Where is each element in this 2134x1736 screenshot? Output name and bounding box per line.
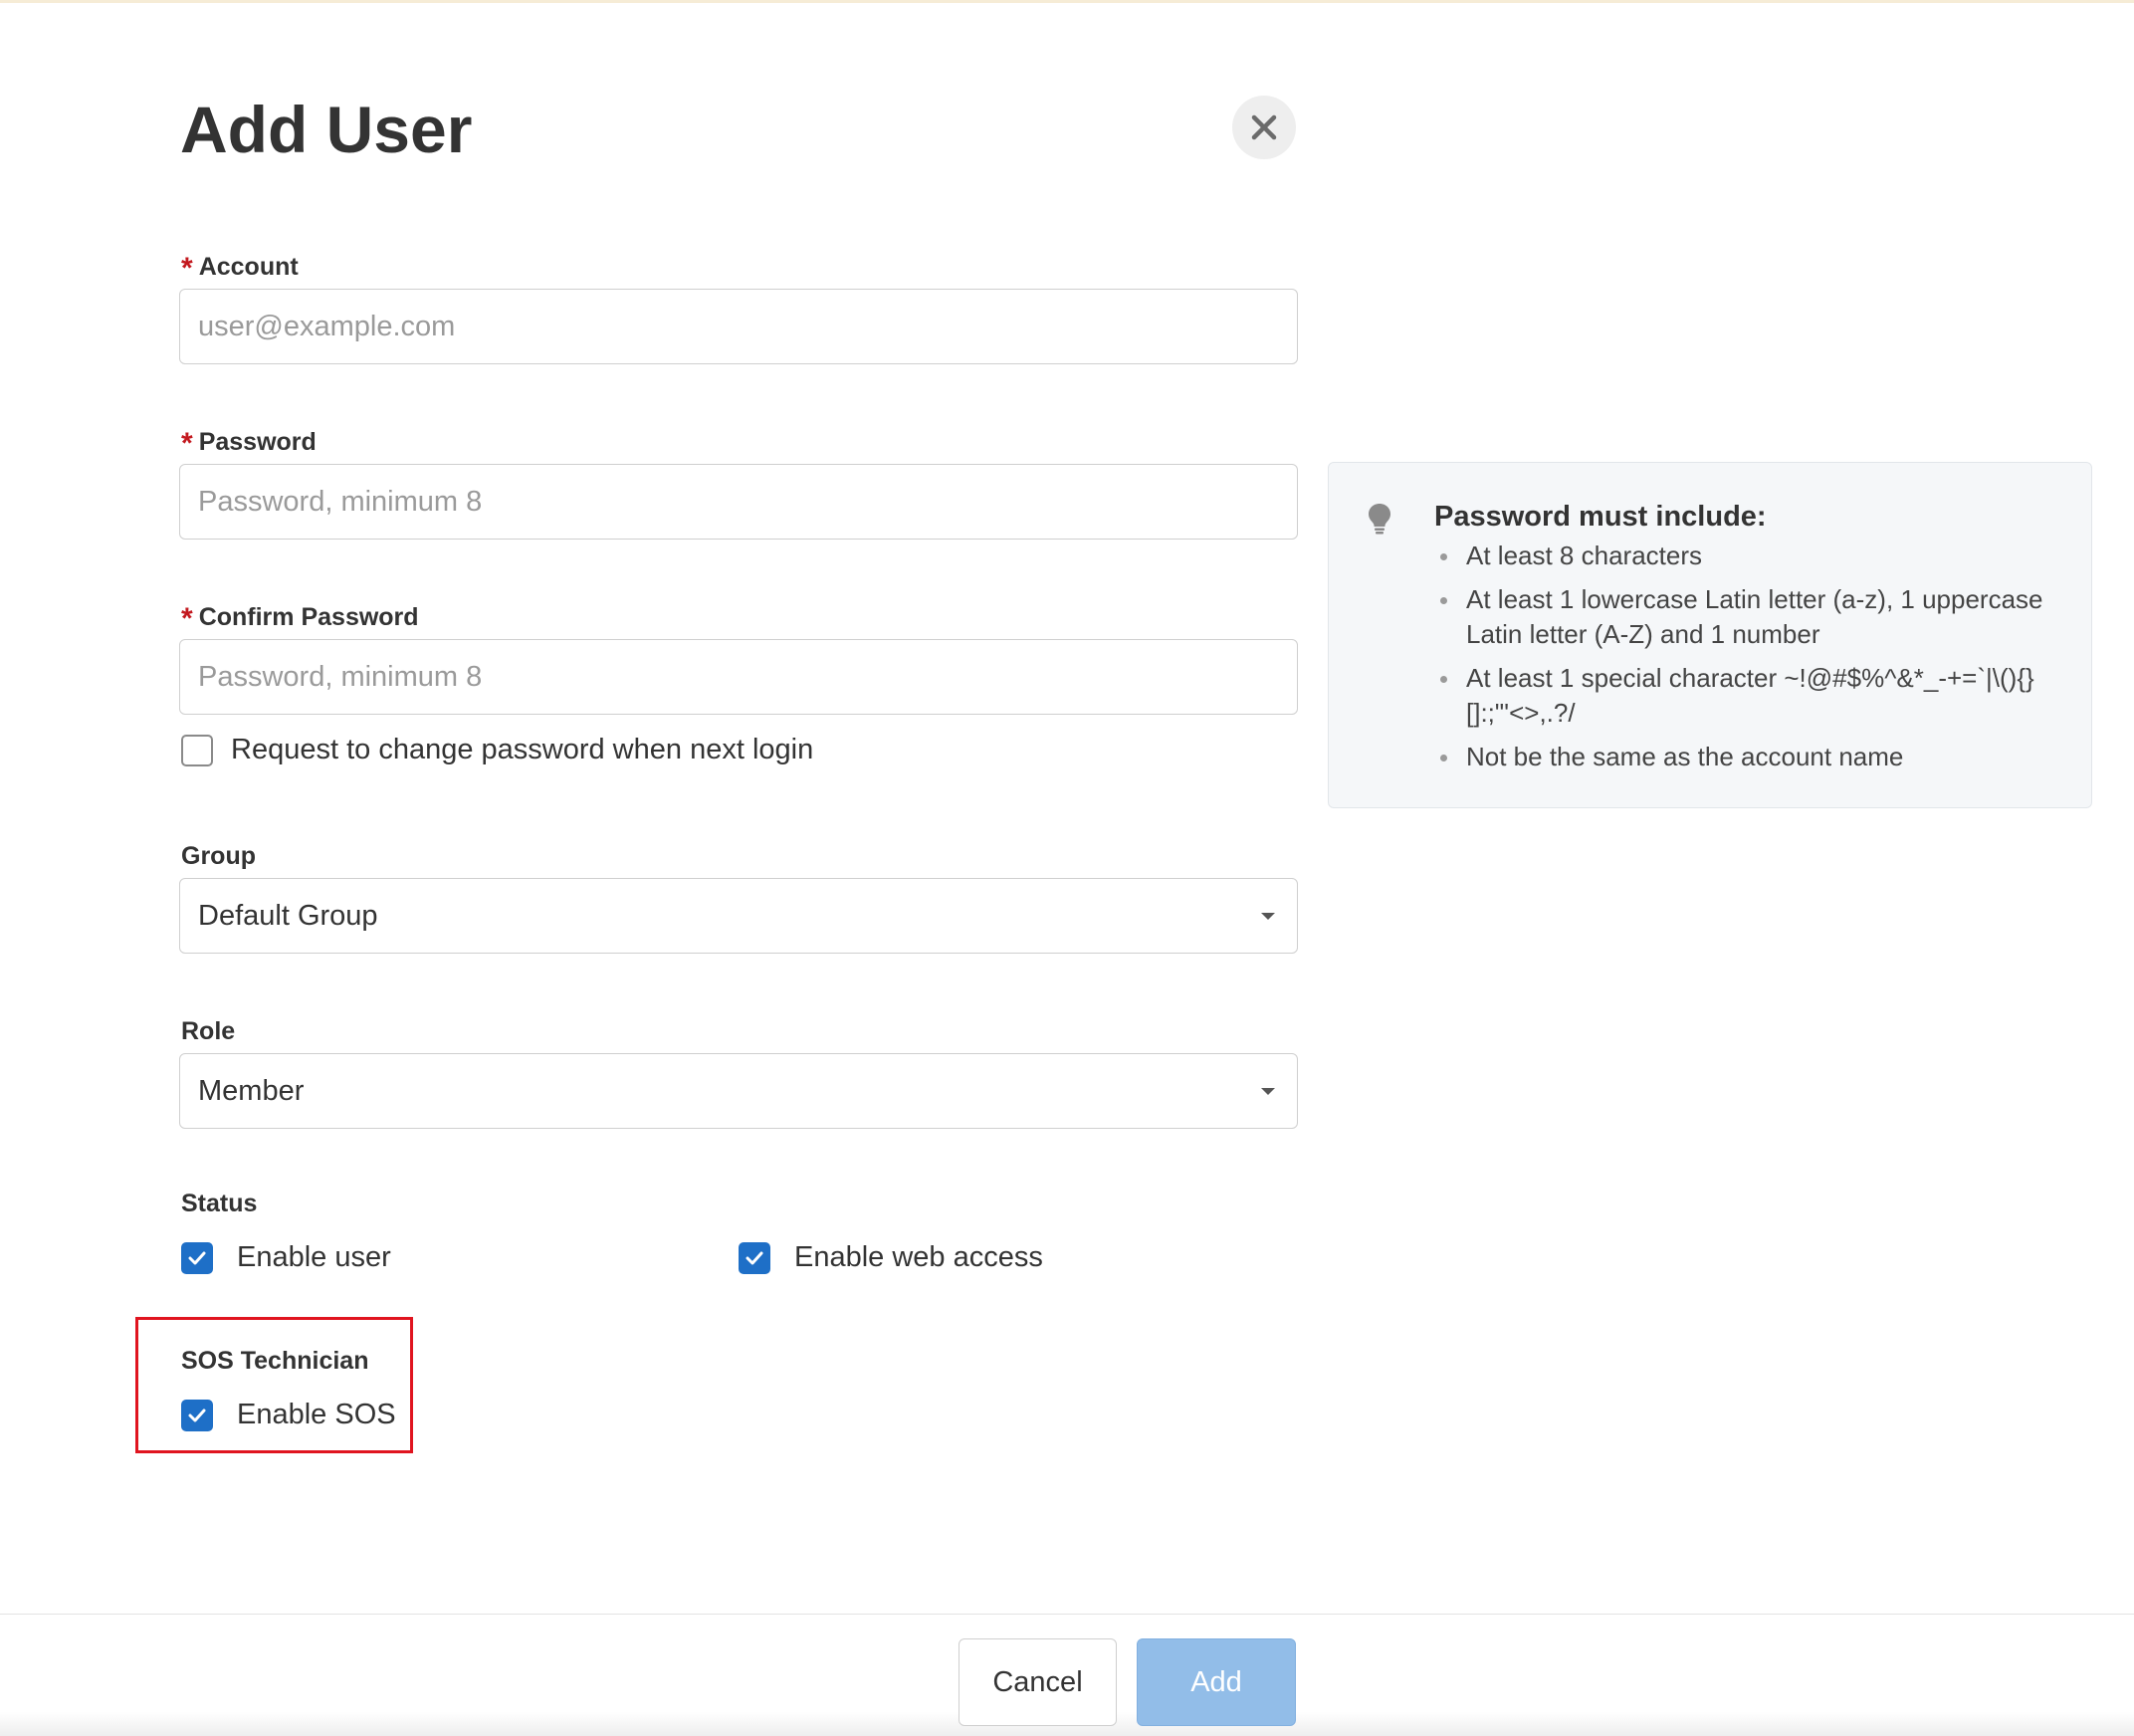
password-label-text: Password (198, 428, 317, 456)
checkmark-icon (746, 1251, 763, 1264)
sos-highlight-box (135, 1317, 413, 1453)
lightbulb-icon (1369, 504, 1390, 535)
role-label: Role (181, 1017, 236, 1045)
list-item: At least 1 lowercase Latin letter (a-z),… (1434, 582, 2071, 652)
password-requirements-panel: Password must include: At least 8 charac… (1328, 462, 2092, 808)
required-mark: * (181, 427, 193, 460)
group-label: Group (181, 842, 256, 870)
change-password-checkbox[interactable]: Request to change password when next log… (181, 734, 813, 766)
required-mark: * (181, 252, 193, 285)
account-label: * Account (181, 251, 299, 285)
top-border (0, 0, 2134, 3)
checkbox-box[interactable] (181, 1241, 213, 1274)
role-selected-value: Member (198, 1074, 305, 1107)
close-button[interactable] (1232, 96, 1296, 159)
close-icon (1251, 114, 1277, 140)
caret-down-icon (1261, 912, 1275, 920)
confirm-password-label: * Confirm Password (181, 601, 419, 635)
enable-sos-label: Enable SOS (237, 1399, 396, 1430)
list-item: At least 8 characters (1434, 539, 2071, 573)
group-selected-value: Default Group (198, 899, 378, 932)
enable-user-label: Enable user (237, 1241, 391, 1273)
checkbox-box[interactable] (739, 1241, 770, 1274)
password-label: * Password (181, 426, 317, 460)
enable-sos-checkbox[interactable]: Enable SOS (181, 1399, 396, 1431)
checkbox-box[interactable] (181, 734, 213, 766)
role-select[interactable]: Member (179, 1053, 1298, 1129)
add-button[interactable]: Add (1137, 1638, 1296, 1726)
account-input[interactable] (179, 289, 1298, 364)
password-requirements-title: Password must include: (1434, 501, 1767, 533)
enable-web-access-label: Enable web access (794, 1241, 1043, 1273)
checkbox-box[interactable] (181, 1399, 213, 1431)
dialog-title: Add User (180, 93, 473, 166)
status-label: Status (181, 1190, 258, 1217)
sos-technician-label: SOS Technician (181, 1347, 369, 1375)
change-password-label: Request to change password when next log… (231, 734, 814, 765)
confirm-password-input[interactable] (179, 639, 1298, 715)
enable-web-access-checkbox[interactable]: Enable web access (739, 1241, 1043, 1274)
enable-user-checkbox[interactable]: Enable user (181, 1241, 391, 1274)
list-item: At least 1 special character ~!@#$%^&*_-… (1434, 661, 2071, 731)
checkmark-icon (188, 1409, 206, 1421)
password-input[interactable] (179, 464, 1298, 540)
cancel-button[interactable]: Cancel (959, 1638, 1117, 1726)
caret-down-icon (1261, 1087, 1275, 1095)
confirm-password-label-text: Confirm Password (198, 603, 419, 631)
required-mark: * (181, 602, 193, 635)
password-requirements-list: At least 8 characters At least 1 lowerca… (1434, 539, 2071, 783)
account-label-text: Account (198, 253, 299, 281)
list-item: Not be the same as the account name (1434, 740, 2071, 774)
group-select[interactable]: Default Group (179, 878, 1298, 954)
checkmark-icon (188, 1251, 206, 1264)
